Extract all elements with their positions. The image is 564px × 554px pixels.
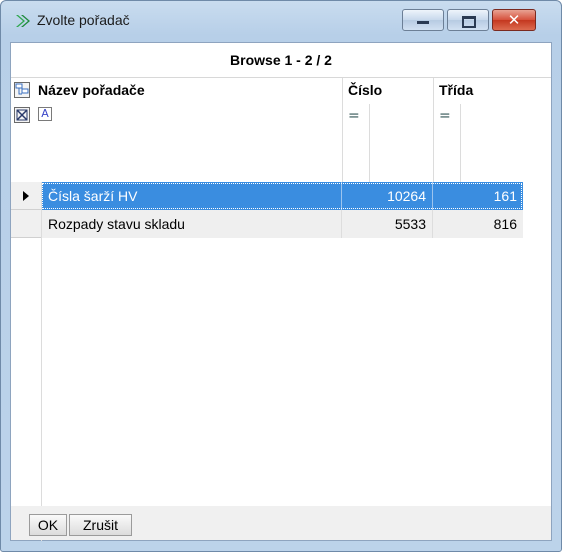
maximize-icon	[462, 16, 476, 28]
minimize-icon	[417, 21, 429, 24]
column-chooser-icon[interactable]	[14, 82, 30, 98]
column-header-class[interactable]: Třída	[439, 82, 473, 98]
class-filter-operator[interactable]: =	[439, 108, 451, 124]
column-header-name[interactable]: Název pořadače	[38, 82, 145, 98]
close-icon: ✕	[507, 11, 521, 29]
cell-number[interactable]: 10264	[342, 182, 432, 210]
data-grid: Název pořadače Číslo Třída A = = Čísla š…	[11, 78, 551, 541]
row-header[interactable]	[11, 182, 41, 210]
window-title: Zvolte pořadač	[37, 12, 130, 28]
minimize-button[interactable]	[402, 9, 444, 31]
ok-button[interactable]: OK	[29, 514, 67, 536]
cell-name[interactable]: Rozpady stavu skladu	[41, 210, 341, 238]
cell-class[interactable]: 816	[433, 210, 523, 238]
cell-name[interactable]: Čísla šarží HV	[41, 182, 341, 210]
dialog-window: Zvolte pořadač ✕ Browse 1 - 2 / 2 Název …	[0, 0, 562, 552]
browse-counter: Browse 1 - 2 / 2	[230, 52, 332, 68]
current-row-pointer-icon	[23, 191, 29, 201]
cancel-button[interactable]: Zrušit	[69, 514, 132, 536]
table-row[interactable]: Čísla šarží HV 10264 161	[11, 182, 551, 210]
column-header-number[interactable]: Číslo	[348, 82, 382, 98]
number-filter-operator[interactable]: =	[348, 108, 360, 124]
title-bar[interactable]: Zvolte pořadač ✕	[1, 1, 561, 39]
cell-class[interactable]: 161	[433, 182, 523, 210]
cell-divider	[432, 182, 433, 210]
app-arrows-icon	[16, 15, 30, 27]
filter-divider	[369, 104, 370, 182]
text-filter-icon[interactable]: A	[38, 107, 52, 121]
table-row[interactable]: Rozpady stavu skladu 5533 816	[11, 210, 551, 238]
maximize-button[interactable]	[447, 9, 489, 31]
close-button[interactable]: ✕	[492, 9, 536, 31]
cell-number[interactable]: 5533	[342, 210, 432, 238]
cell-divider	[341, 182, 342, 210]
row-header-column	[41, 182, 42, 541]
dialog-client: Browse 1 - 2 / 2 Název pořadače Číslo Tř…	[10, 42, 552, 541]
cell-divider	[432, 210, 433, 238]
filter-divider	[460, 104, 461, 182]
button-bar: OK Zrušit	[11, 506, 551, 540]
row-header[interactable]	[11, 210, 41, 238]
column-divider[interactable]	[433, 78, 434, 182]
cell-divider	[341, 210, 342, 238]
filter-toggle-icon[interactable]	[14, 107, 30, 123]
column-divider[interactable]	[342, 78, 343, 182]
